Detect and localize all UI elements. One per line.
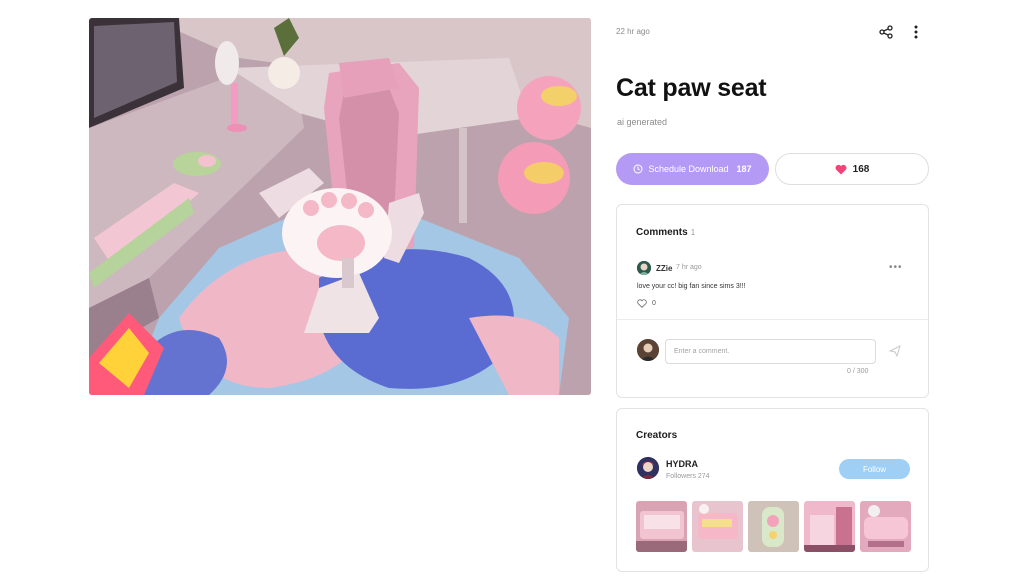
creator-thumbnail[interactable] (804, 501, 855, 552)
comment-text: love your cc! big fan since sims 3!!! (637, 283, 746, 290)
comments-heading: Comments 1 (636, 227, 695, 238)
creator-thumbnail[interactable] (748, 501, 799, 552)
creator-thumbnail[interactable] (860, 501, 911, 552)
creators-title: Creators (636, 430, 678, 441)
comment-input[interactable] (665, 339, 876, 364)
comment-options-button[interactable]: ••• (889, 262, 903, 273)
comment-char-count: 0 / 300 (847, 368, 869, 375)
comment-time: 7 hr ago (676, 264, 702, 271)
more-horizontal-icon: ••• (889, 262, 903, 273)
comments-divider (617, 319, 928, 320)
creator-thumbnail[interactable] (692, 501, 743, 552)
heart-outline-icon (637, 299, 647, 308)
post-subtitle: ai generated (617, 117, 668, 127)
current-user-avatar (637, 339, 659, 361)
creators-card: Creators HYDRA Followers 274 Follow (616, 408, 929, 572)
share-button[interactable] (876, 22, 896, 42)
clock-icon (633, 164, 643, 174)
comments-count: 1 (690, 228, 696, 237)
heart-icon (835, 164, 847, 174)
commenter-avatar[interactable] (637, 261, 651, 275)
comments-card: Comments 1 ZZie 7 hr ago ••• love your cc… (616, 204, 929, 398)
more-options-button[interactable] (906, 22, 926, 42)
schedule-download-label: Schedule Download (648, 164, 729, 174)
follow-button[interactable]: Follow (839, 459, 910, 479)
send-icon (888, 345, 901, 358)
schedule-download-button[interactable]: Schedule Download 187 (616, 153, 769, 185)
send-comment-button[interactable] (888, 344, 903, 358)
post-detail-page: 22 hr ago Cat paw seat ai generated Sche… (0, 0, 1024, 576)
creator-avatar[interactable] (637, 457, 659, 479)
creator-followers: Followers 274 (666, 473, 710, 480)
schedule-download-count: 187 (736, 164, 752, 174)
creator-thumbnails (636, 501, 911, 552)
comment-like-count: 0 (652, 300, 656, 307)
commenter-name[interactable]: ZZie (656, 264, 672, 273)
creator-name[interactable]: HYDRA (666, 459, 698, 469)
comment-like-button[interactable]: 0 (637, 299, 656, 308)
main-artwork-image[interactable] (89, 18, 591, 395)
post-title: Cat paw seat (616, 74, 767, 102)
more-vertical-icon (914, 25, 918, 39)
creator-thumbnail[interactable] (636, 501, 687, 552)
like-button[interactable]: 168 (775, 153, 929, 185)
like-count: 168 (852, 163, 870, 175)
comments-title: Comments (636, 227, 688, 238)
post-timestamp: 22 hr ago (616, 27, 650, 36)
share-icon (879, 25, 893, 39)
